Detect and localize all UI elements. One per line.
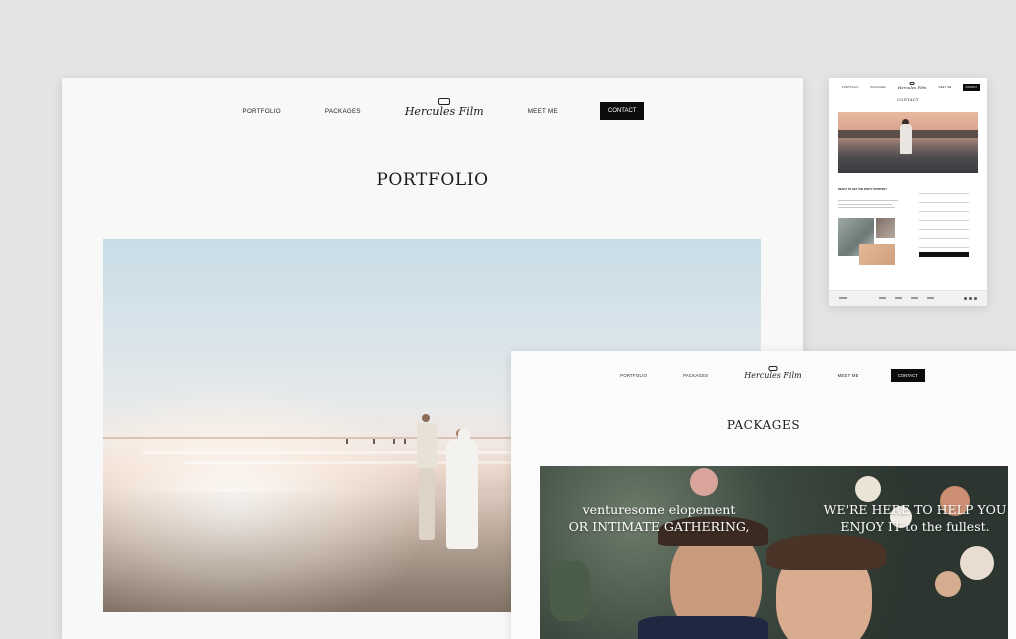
couple-flowers-photo: venturesome elopement OR INTIMATE GATHER… <box>540 466 1008 639</box>
logo-text: Hercules Film <box>897 84 927 90</box>
camera-logo-icon <box>768 365 778 371</box>
distant-person <box>346 439 348 444</box>
overlay-line: OR INTIMATE GATHERING, <box>568 519 750 534</box>
footer-link[interactable] <box>911 297 918 299</box>
nav-meet-me-link[interactable]: MEET ME <box>528 108 558 115</box>
flower <box>935 571 961 597</box>
camera-logo-icon <box>909 81 915 85</box>
logo-text: Hercules Film <box>404 104 484 118</box>
camera-logo-icon <box>438 97 451 105</box>
packages-nav-bar: PORTFOLIO PACKAGES Hercules Film MEET ME… <box>511 365 1016 385</box>
footer-link[interactable] <box>927 297 934 299</box>
page-footer <box>829 290 987 306</box>
submit-button[interactable] <box>919 252 969 257</box>
page-title: CONTACT <box>897 98 919 102</box>
flower <box>690 468 718 496</box>
social-dot-icon[interactable] <box>969 297 972 300</box>
intro-paragraph <box>838 200 898 211</box>
overlay-tagline-right: WE'RE HERE TO HELP YOU ENJOY IT to the f… <box>820 501 1008 535</box>
nav-packages-link[interactable]: PACKAGES <box>683 373 708 378</box>
fisherman-body <box>900 124 912 154</box>
page-title: PACKAGES <box>726 418 801 432</box>
footer-logo[interactable] <box>839 297 847 299</box>
distant-person <box>404 439 406 444</box>
fisherman-sunset-photo <box>838 112 978 173</box>
site-logo[interactable]: Hercules Film <box>404 97 484 118</box>
form-field[interactable] <box>919 233 969 239</box>
contact-page-preview: PORTFOLIO PACKAGES Hercules Film MEET ME… <box>829 78 987 306</box>
form-field[interactable] <box>919 242 969 248</box>
text-line <box>838 207 895 208</box>
groom-head <box>422 414 430 422</box>
logo-text: Hercules Film <box>744 370 802 380</box>
nav-meet-me-link[interactable]: MEET ME <box>939 86 952 89</box>
distant-person <box>393 439 395 444</box>
overlay-line: venturesome elopement <box>582 502 736 517</box>
page-title: PORTFOLIO <box>376 170 489 190</box>
form-field[interactable] <box>919 197 969 203</box>
distant-person <box>373 439 375 444</box>
form-field[interactable] <box>919 215 969 221</box>
site-logo[interactable]: Hercules Film <box>897 81 927 90</box>
footer-link[interactable] <box>879 297 886 299</box>
overlay-tagline-left: venturesome elopement OR INTIMATE GATHER… <box>564 501 754 535</box>
packages-page-preview: PORTFOLIO PACKAGES Hercules Film MEET ME… <box>511 351 1016 639</box>
nav-packages-link[interactable]: PACKAGES <box>325 108 361 115</box>
groom-trousers <box>419 468 435 540</box>
form-field[interactable] <box>919 188 969 194</box>
form-field[interactable] <box>919 206 969 212</box>
groom-jacket <box>417 423 437 469</box>
nav-portfolio-link[interactable]: PORTFOLIO <box>243 108 281 115</box>
foliage <box>550 561 590 621</box>
text-line <box>838 200 898 201</box>
nav-contact-button[interactable]: CONTACT <box>962 83 980 91</box>
nav-contact-button[interactable]: CONTACT <box>599 102 645 120</box>
text-line <box>838 203 892 205</box>
groom-suit <box>638 616 768 639</box>
overlay-line: WE'RE HERE TO HELP YOU <box>823 502 1007 517</box>
nav-portfolio-link[interactable]: PORTFOLIO <box>842 86 858 89</box>
portfolio-nav-bar: PORTFOLIO PACKAGES Hercules Film MEET ME… <box>62 97 803 122</box>
bride-hair <box>766 534 886 570</box>
contact-form <box>919 188 969 257</box>
nav-meet-me-link[interactable]: MEET ME <box>838 373 859 378</box>
flower <box>960 546 994 580</box>
nav-portfolio-link[interactable]: PORTFOLIO <box>620 373 647 378</box>
form-field[interactable] <box>919 224 969 230</box>
gallery-thumbnail <box>876 218 895 238</box>
footer-link[interactable] <box>895 297 902 299</box>
bride-dress <box>446 439 478 549</box>
site-logo[interactable]: Hercules Film <box>744 365 802 380</box>
overlay-line: ENJOY IT to the fullest. <box>840 519 990 534</box>
flower <box>855 476 881 502</box>
nav-contact-button[interactable]: CONTACT <box>890 368 925 382</box>
nav-packages-link[interactable]: PACKAGES <box>871 86 886 89</box>
gallery-thumbnail <box>859 244 895 265</box>
form-heading: READY TO GET THE PARTY STARTED? <box>838 188 887 191</box>
social-dot-icon[interactable] <box>964 297 967 300</box>
social-dot-icon[interactable] <box>974 297 977 300</box>
contact-nav-bar: PORTFOLIO PACKAGES Hercules Film MEET ME… <box>829 81 987 92</box>
